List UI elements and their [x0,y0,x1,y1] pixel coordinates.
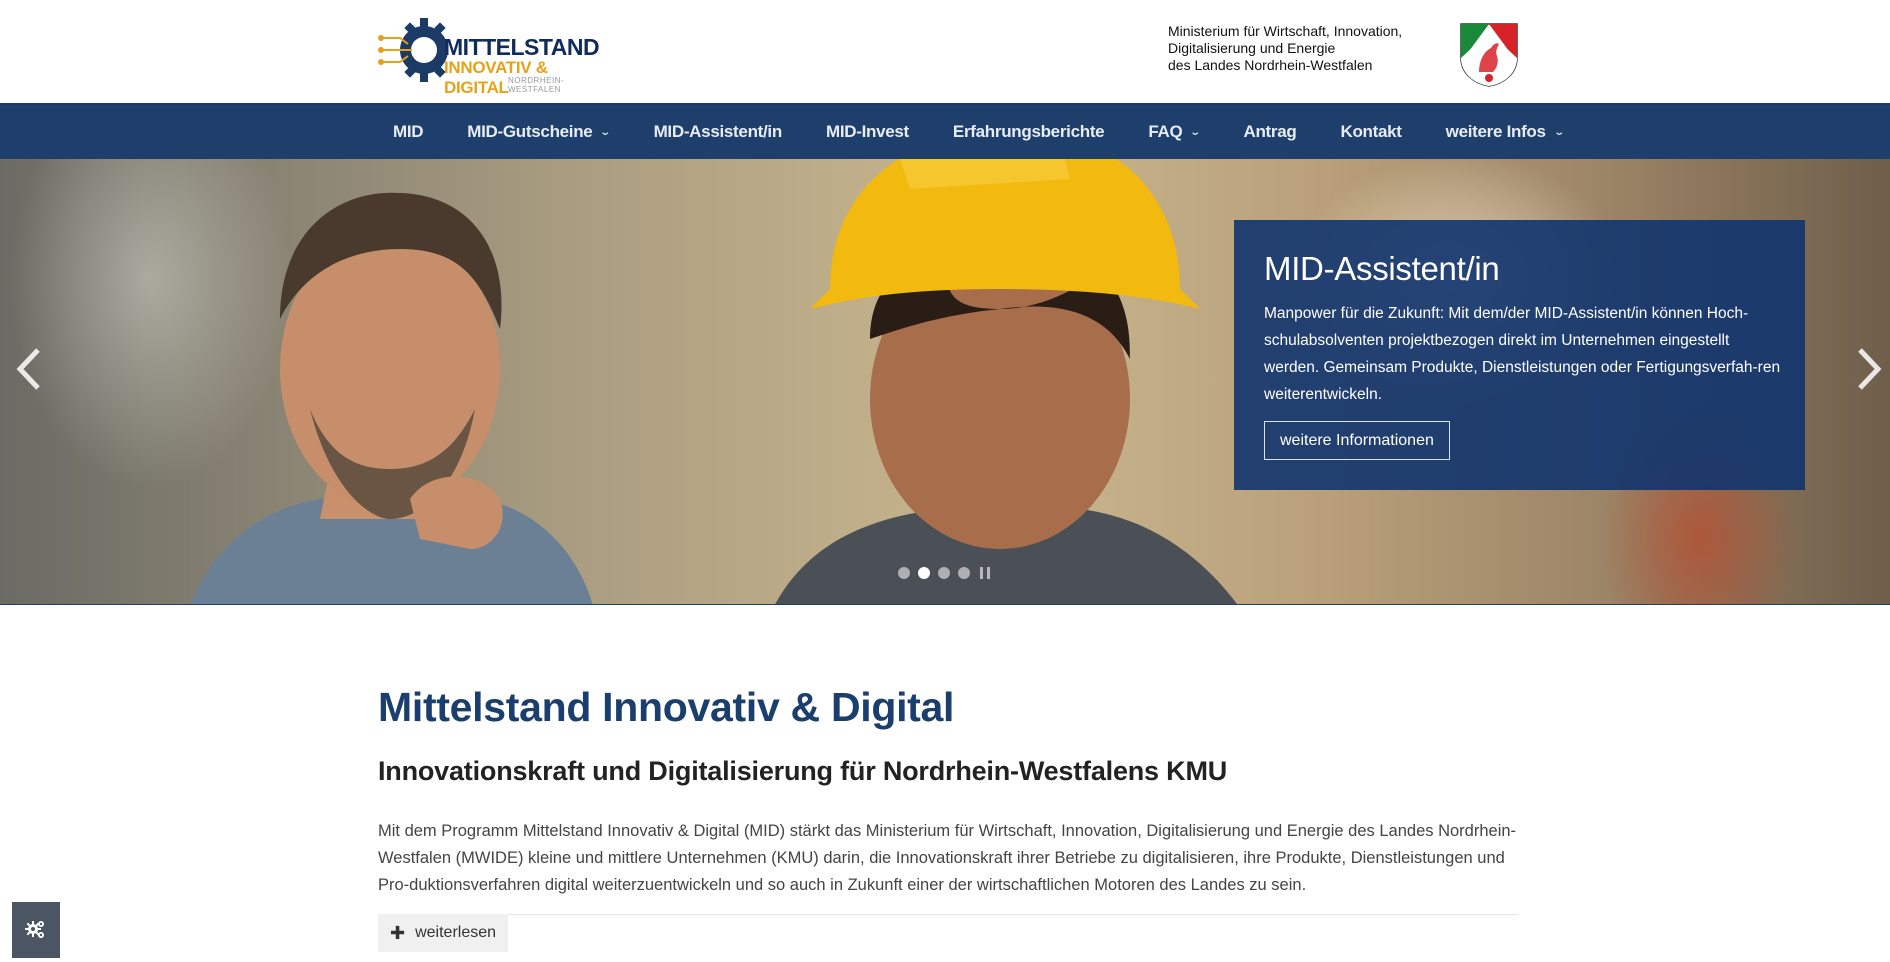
pause-icon[interactable] [980,567,990,579]
slider-indicators [898,567,990,579]
ministry-name[interactable]: Ministerium für Wirtschaft, Innovation, … [1168,23,1402,74]
nav-item-label: MID-Gutscheine [467,122,593,141]
slider-next-arrow[interactable] [1850,344,1886,394]
chevron-down-icon: ⌄ [1189,126,1202,138]
chevron-right-icon [1858,348,1882,390]
read-more-button[interactable]: ✚ weiterlesen [378,914,509,952]
hero-photo-man-left [190,192,593,604]
plus-icon: ✚ [390,922,406,943]
nav-item-label: MID-Invest [825,122,909,141]
page-subtitle: Innovationskraft und Digitalisierung für… [378,756,1228,786]
slide-indicator-3[interactable] [938,567,950,579]
slide-indicator-2[interactable] [918,567,930,579]
nav-item-weitere-infos[interactable]: weitere Infos ⌄ [1431,122,1565,142]
nav-item-mid-invest[interactable]: MID-Invest [811,122,909,142]
nav-item-antrag[interactable]: Antrag [1228,122,1296,142]
chevron-down-icon: ⌄ [599,126,612,138]
main-navigation: MID MID-Gutscheine ⌄ MID-Assistent/in MID… [0,105,1890,159]
nav-item-label: MID-Assistent/in [653,122,783,141]
logo-title: MITTELSTAND [444,34,600,60]
nav-item-mid-assistent[interactable]: MID-Assistent/in [639,122,783,142]
nav-item-label: FAQ [1148,122,1183,141]
read-more-label: weiterlesen [415,924,497,941]
hero-slider: MID-Assistent/in Manpower für die Zukunf… [0,159,1890,604]
cogs-icon [25,921,44,938]
slide-indicator-1[interactable] [898,567,910,579]
nrw-crest-icon[interactable] [1457,22,1521,88]
nav-item-label: Kontakt [1340,122,1402,141]
mid-logo[interactable]: MITTELSTAND INNOVATIV & DIGITAL NORDRHEI… [378,10,600,97]
accessibility-settings-button[interactable] [12,902,60,958]
hero-divider [0,604,1890,605]
nav-item-faq[interactable]: FAQ ⌄ [1133,122,1202,142]
hero-photo-worker-right [775,159,1237,604]
logo-region: NORDRHEIN-WESTFALEN [508,76,565,94]
nav-item-erfahrungsberichte[interactable]: Erfahrungsberichte [938,122,1105,142]
site-header: MITTELSTAND INNOVATIV & DIGITAL NORDRHEI… [0,0,1890,105]
gear-icon [378,18,448,82]
slide-title: MID-Assistent/in [1264,250,1500,287]
nav-item-mid[interactable]: MID [378,122,424,142]
slide-more-info-button[interactable]: weitere Informationen [1264,421,1450,460]
intro-paragraph: Mit dem Programm Mittelstand Innovativ &… [378,822,1517,894]
nav-item-label: weitere Infos [1445,122,1546,141]
ministry-line-3: des Landes Nordrhein-Westfalen [1168,57,1373,73]
slide-indicator-4[interactable] [958,567,970,579]
slide-caption-box: MID-Assistent/in Manpower für die Zukunf… [1234,220,1805,490]
chevron-down-icon: ⌄ [1553,126,1565,138]
chevron-left-icon [16,348,40,390]
page-title: Mittelstand Innovativ & Digital [378,684,955,730]
slider-prev-arrow[interactable] [12,344,48,394]
nav-item-mid-gutscheine[interactable]: MID-Gutscheine ⌄ [452,122,612,142]
nav-item-label: Erfahrungsberichte [952,122,1105,141]
slide-text: Manpower für die Zukunft: Mit dem/der MI… [1264,305,1781,403]
content-divider [378,914,1518,915]
ministry-line-2: Digitalisierung und Energie [1168,40,1336,56]
nav-item-kontakt[interactable]: Kontakt [1325,122,1401,142]
nav-item-label: Antrag [1243,122,1297,141]
ministry-line-1: Ministerium für Wirtschaft, Innovation, [1168,23,1403,39]
nav-item-label: MID [393,122,424,141]
